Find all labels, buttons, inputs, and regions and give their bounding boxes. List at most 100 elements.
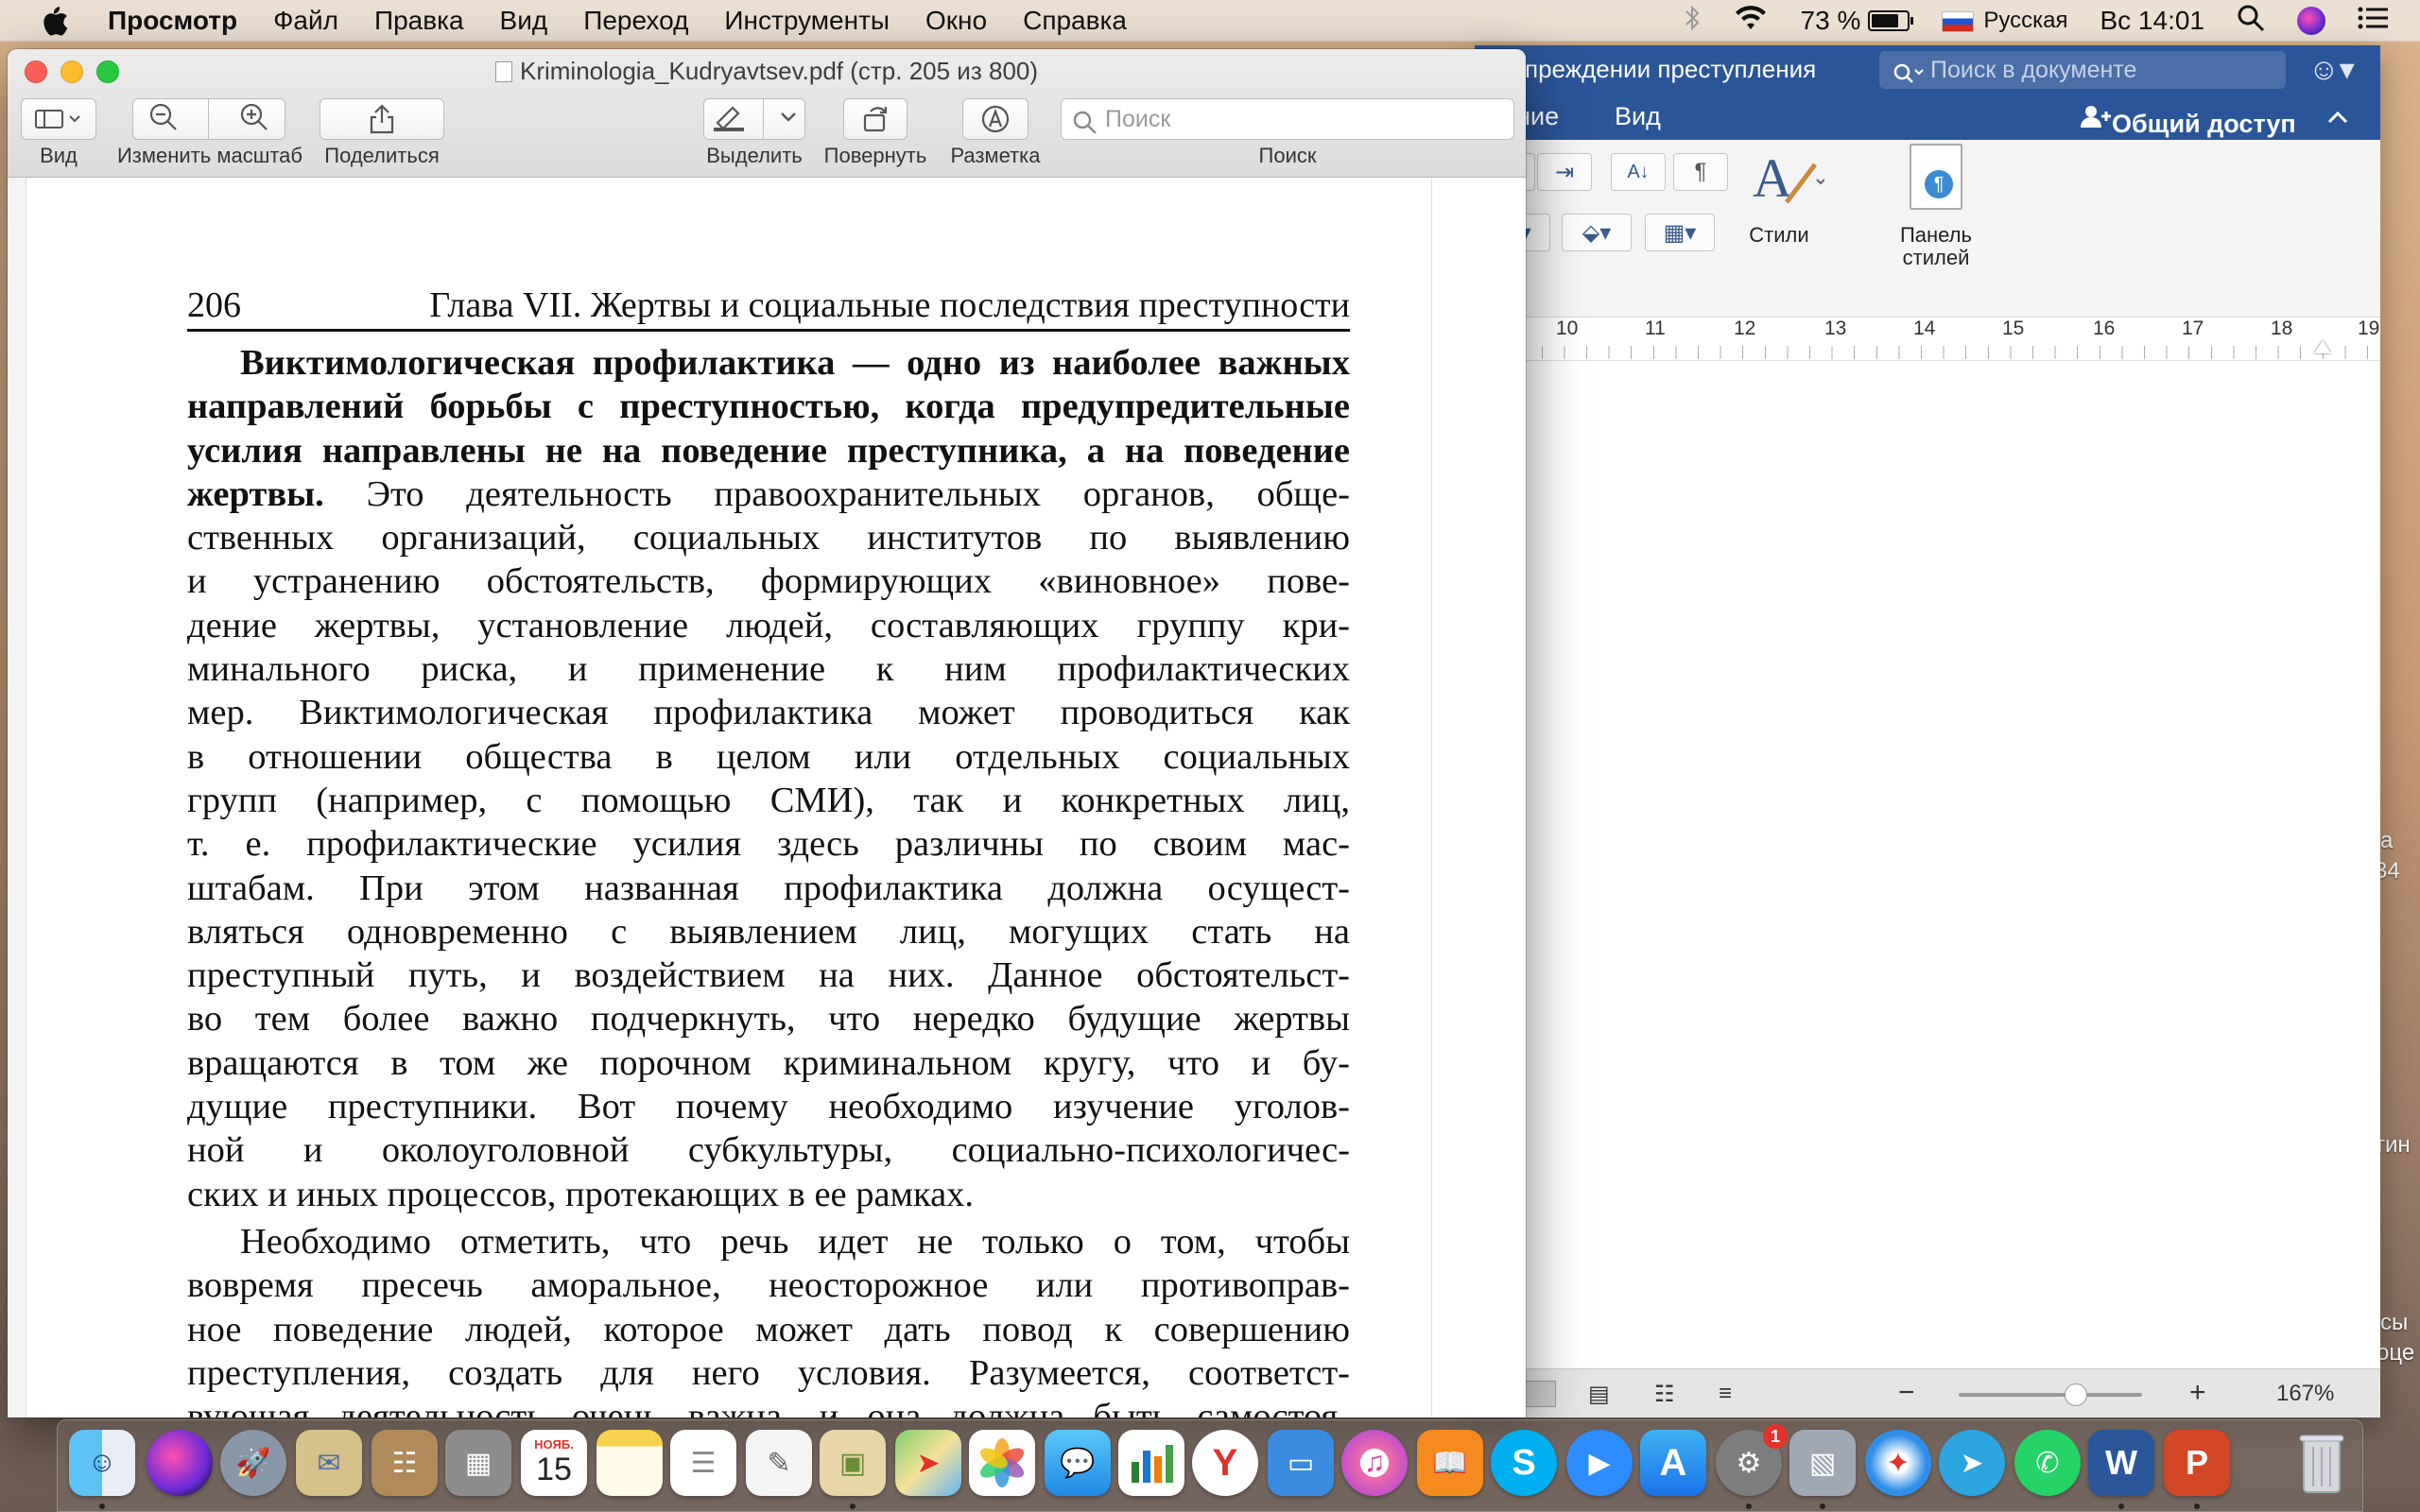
wifi-icon[interactable] xyxy=(1733,5,1769,38)
horizontal-ruler[interactable]: 10 11 12 13 14 15 16 17 18 19 xyxy=(1475,318,2380,361)
shading-button[interactable]: ⬙▾ xyxy=(1562,214,1632,251)
wallpaper-text: а xyxy=(2380,828,2394,853)
running-indicator xyxy=(99,1503,105,1509)
spotlight-search-icon[interactable] xyxy=(2237,4,2265,39)
menu-window[interactable]: Окно xyxy=(925,6,987,36)
feedback-smiley-icon[interactable]: ☺▾ xyxy=(2308,51,2355,87)
share-button[interactable]: Общий доступ xyxy=(2080,102,2296,138)
share-label: Общий доступ xyxy=(2112,110,2296,138)
image-capture-icon[interactable]: ▧ xyxy=(1789,1430,1856,1496)
word-search-field[interactable]: Поиск в документе xyxy=(1879,51,2286,89)
text-line: минального риска, и применение к ним про… xyxy=(187,649,1350,690)
notification-center-icon[interactable] xyxy=(2358,6,2388,37)
maps-icon[interactable]: ➤ xyxy=(895,1430,961,1496)
microsoft-powerpoint-icon[interactable]: P xyxy=(2164,1430,2230,1496)
borders-button[interactable]: ▦▾ xyxy=(1645,214,1715,251)
finder-icon[interactable]: ☺ xyxy=(69,1430,135,1496)
menu-edit[interactable]: Правка xyxy=(374,6,464,36)
text-line: дущие преступники. Вот почему необходимо… xyxy=(187,1087,1350,1127)
mail-stamp-icon[interactable]: ✉ xyxy=(296,1430,362,1496)
text-line: вующая деятельность очень важна, и она д… xyxy=(187,1397,1350,1418)
sort-button[interactable]: А↓ xyxy=(1611,153,1666,191)
rotate-button[interactable] xyxy=(843,98,908,140)
messages-icon[interactable]: 💬 xyxy=(1045,1430,1111,1496)
calendar-icon[interactable]: НОЯБ. 15 xyxy=(521,1430,587,1496)
numbers-icon[interactable] xyxy=(1118,1430,1184,1496)
input-source-menu[interactable]: Русская xyxy=(1942,8,2067,34)
right-indent-marker-icon[interactable] xyxy=(2314,340,2331,353)
calculator-icon[interactable]: ▦ xyxy=(445,1430,511,1496)
draft-view-icon[interactable]: ≡ xyxy=(1719,1381,1751,1407)
zoom-level[interactable]: 167% xyxy=(2276,1381,2334,1407)
ruler-number: 16 xyxy=(2093,318,2116,339)
menu-help[interactable]: Справка xyxy=(1023,6,1127,36)
trash-icon[interactable] xyxy=(2289,1430,2355,1496)
pdf-page-area[interactable]: 206 Глава VII. Жертвы и социальные после… xyxy=(8,179,1526,1418)
ruler-number: 19 xyxy=(2358,318,2380,339)
battery-indicator[interactable]: 73 % xyxy=(1801,6,1914,36)
apple-menu-icon[interactable] xyxy=(36,2,74,40)
search-label: Поиск xyxy=(1258,144,1317,167)
zoom-slider[interactable] xyxy=(1959,1393,2142,1397)
highlight-button[interactable] xyxy=(703,98,805,140)
itunes-music-icon[interactable]: ♫ xyxy=(1341,1430,1408,1496)
styles-pane-icon[interactable]: ¶ xyxy=(1910,144,1962,210)
search-placeholder: Поиск xyxy=(1105,106,1171,132)
contacts-icon[interactable]: ☷ xyxy=(372,1430,438,1496)
launchpad-rocket-icon[interactable]: 🚀 xyxy=(220,1430,286,1496)
zoom-in-icon[interactable] xyxy=(239,102,269,137)
search-input[interactable]: Поиск xyxy=(1061,98,1514,140)
menu-app-name[interactable]: Просмотр xyxy=(108,6,237,36)
keynote-icon[interactable]: ▭ xyxy=(1268,1430,1334,1496)
text-line: направлений борьбы с преступностью, когд… xyxy=(187,387,1350,427)
zoom-out-button[interactable]: − xyxy=(1898,1377,1915,1409)
show-formatting-marks-button[interactable]: ¶ xyxy=(1673,153,1728,191)
microsoft-word-icon[interactable]: W xyxy=(2088,1430,2154,1496)
styles-gallery-icon[interactable]: A xyxy=(1749,147,1825,214)
outline-view-icon[interactable]: ☷ xyxy=(1654,1381,1686,1407)
markup-button[interactable] xyxy=(962,98,1028,140)
sidebar-view-button[interactable] xyxy=(21,98,96,140)
menu-go[interactable]: Переход xyxy=(583,6,688,36)
menu-tools[interactable]: Инструменты xyxy=(724,6,890,36)
safari-compass-icon[interactable]: ✦ xyxy=(1865,1430,1931,1496)
whatsapp-icon[interactable]: ✆ xyxy=(2014,1430,2081,1496)
share-button[interactable] xyxy=(320,98,444,140)
system-preferences-icon[interactable]: ⚙ 1 xyxy=(1716,1424,1788,1496)
web-layout-view-icon[interactable]: ▤ xyxy=(1588,1381,1620,1407)
tab-view[interactable]: Вид xyxy=(1615,102,1661,131)
print-layout-view-icon[interactable] xyxy=(1524,1381,1556,1407)
books-icon[interactable]: 📖 xyxy=(1417,1430,1483,1496)
styles-pane-label-line1: Панель xyxy=(1899,223,1972,247)
preview-icon[interactable]: ▣ xyxy=(820,1430,886,1496)
zoom-video-icon[interactable]: ▶ xyxy=(1566,1430,1633,1496)
telegram-icon[interactable]: ➤ xyxy=(1939,1430,2005,1496)
increase-indent-button[interactable]: ⇥ xyxy=(1537,153,1592,191)
search-icon xyxy=(1073,108,1098,147)
text-line: ное поведение людей, которое может дать … xyxy=(187,1309,1350,1349)
word-status-bar: ▤ ☷ ≡ − + 167% xyxy=(1475,1368,2380,1418)
chevron-down-icon[interactable] xyxy=(780,111,797,128)
zoom-out-icon[interactable] xyxy=(148,102,179,137)
chapter-title: Глава VII. Жертвы и социальные последств… xyxy=(429,285,1350,325)
skype-icon[interactable]: S xyxy=(1491,1430,1557,1496)
siri-icon[interactable] xyxy=(147,1430,213,1496)
textedit-icon[interactable]: ✎ xyxy=(746,1430,812,1496)
reminders-icon[interactable]: ☰ xyxy=(670,1430,736,1496)
ruler-number: 14 xyxy=(1913,318,1936,339)
collapse-ribbon-chevron-up-icon[interactable] xyxy=(2327,102,2348,131)
menu-file[interactable]: Файл xyxy=(273,6,338,36)
siri-icon[interactable] xyxy=(2297,7,2325,35)
photos-icon[interactable] xyxy=(969,1430,1035,1496)
window-title-text: Kriminologia_Kudryavtsev.pdf (стр. 205 и… xyxy=(519,57,1039,85)
app-store-icon[interactable]: A xyxy=(1640,1430,1706,1496)
notes-icon[interactable] xyxy=(596,1430,663,1496)
zoom-slider-knob[interactable] xyxy=(2065,1383,2087,1406)
zoom-in-button[interactable]: + xyxy=(2189,1377,2206,1409)
text-line: усилия направлены не на поведение престу… xyxy=(187,430,1350,471)
word-document-canvas[interactable] xyxy=(1475,361,2380,1416)
menu-view[interactable]: Вид xyxy=(500,6,548,36)
clock[interactable]: Вс 14:01 xyxy=(2100,6,2204,36)
bluetooth-icon[interactable] xyxy=(1684,5,1701,38)
yandex-browser-icon[interactable]: Y xyxy=(1192,1430,1258,1496)
